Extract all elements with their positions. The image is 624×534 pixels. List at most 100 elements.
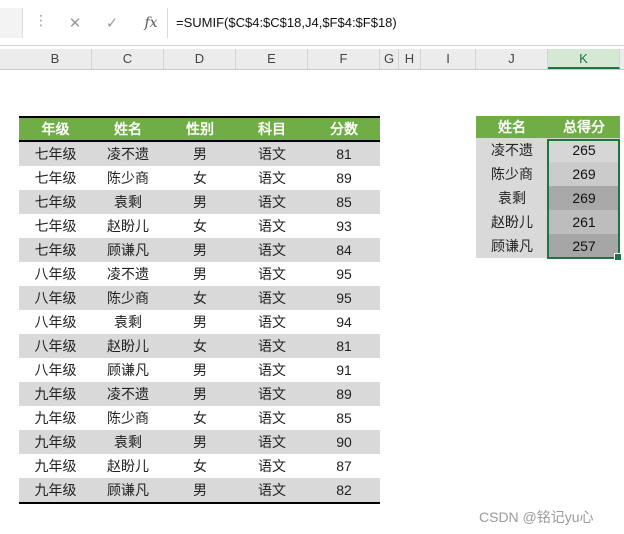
summary-total-cell[interactable]: 265 (548, 138, 620, 162)
cell-subject[interactable]: 语文 (236, 166, 308, 190)
cell-grade[interactable]: 八年级 (19, 334, 92, 358)
column-header-g[interactable]: G (380, 49, 399, 69)
cell-grade[interactable]: 九年级 (19, 478, 92, 504)
cell-gender[interactable]: 男 (164, 358, 236, 382)
summary-total-cell[interactable]: 257 (548, 234, 620, 258)
cell-name[interactable]: 袁剩 (92, 190, 164, 214)
header-name[interactable]: 姓名 (92, 117, 164, 142)
header-subject[interactable]: 科目 (236, 117, 308, 142)
summary-name-cell[interactable]: 陈少商 (476, 162, 548, 186)
cell-grade[interactable]: 七年级 (19, 214, 92, 238)
column-header-e[interactable]: E (236, 49, 308, 69)
cell-subject[interactable]: 语文 (236, 190, 308, 214)
cell-score[interactable]: 95 (308, 286, 380, 310)
cell-score[interactable]: 89 (308, 382, 380, 406)
cell-name[interactable]: 陈少商 (92, 406, 164, 430)
column-header-b[interactable]: B (19, 49, 92, 69)
cell-gender[interactable]: 女 (164, 214, 236, 238)
summary-total-cell[interactable]: 269 (548, 186, 620, 210)
cell-name[interactable]: 赵盼儿 (92, 454, 164, 478)
insert-function-icon[interactable]: fx (140, 12, 162, 34)
cell-subject[interactable]: 语文 (236, 214, 308, 238)
column-header-k[interactable]: K (548, 49, 620, 69)
summary-name-cell[interactable]: 凌不遗 (476, 138, 548, 162)
column-header-c[interactable]: C (92, 49, 164, 69)
cell-grade[interactable]: 九年级 (19, 454, 92, 478)
cell-gender[interactable]: 女 (164, 334, 236, 358)
column-header-f[interactable]: F (308, 49, 380, 69)
summary-total-cell[interactable]: 261 (548, 210, 620, 234)
cell-name[interactable]: 顾谦凡 (92, 358, 164, 382)
cell-score[interactable]: 81 (308, 141, 380, 166)
summary-total-cell[interactable]: 269 (548, 162, 620, 186)
cell-name[interactable]: 顾谦凡 (92, 238, 164, 262)
cell-name[interactable]: 凌不遗 (92, 262, 164, 286)
cell-subject[interactable]: 语文 (236, 141, 308, 166)
cell-name[interactable]: 凌不遗 (92, 382, 164, 406)
summary-name-cell[interactable]: 顾谦凡 (476, 234, 548, 258)
cell-subject[interactable]: 语文 (236, 478, 308, 504)
cell-score[interactable]: 84 (308, 238, 380, 262)
cell-score[interactable]: 94 (308, 310, 380, 334)
summary-name-cell[interactable]: 袁剩 (476, 186, 548, 210)
cell-name[interactable]: 袁剩 (92, 310, 164, 334)
cell-subject[interactable]: 语文 (236, 454, 308, 478)
column-header-j[interactable]: J (476, 49, 548, 69)
header-grade[interactable]: 年级 (19, 117, 92, 142)
cell-score[interactable]: 85 (308, 406, 380, 430)
summary-header-total[interactable]: 总得分 (548, 116, 620, 138)
cell-grade[interactable]: 八年级 (19, 310, 92, 334)
name-box-edge[interactable] (0, 8, 23, 38)
cell-name[interactable]: 陈少商 (92, 166, 164, 190)
cell-subject[interactable]: 语文 (236, 238, 308, 262)
cell-score[interactable]: 90 (308, 430, 380, 454)
enter-icon[interactable]: ✓ (101, 12, 123, 34)
cell-subject[interactable]: 语文 (236, 334, 308, 358)
cell-name[interactable]: 赵盼儿 (92, 214, 164, 238)
cell-score[interactable]: 89 (308, 166, 380, 190)
cell-gender[interactable]: 男 (164, 478, 236, 504)
cell-grade[interactable]: 七年级 (19, 141, 92, 166)
cell-subject[interactable]: 语文 (236, 406, 308, 430)
cell-gender[interactable]: 男 (164, 430, 236, 454)
cell-gender[interactable]: 女 (164, 406, 236, 430)
cell-name[interactable]: 袁剩 (92, 430, 164, 454)
cell-grade[interactable]: 九年级 (19, 430, 92, 454)
cell-subject[interactable]: 语文 (236, 358, 308, 382)
cell-subject[interactable]: 语文 (236, 262, 308, 286)
cell-grade[interactable]: 七年级 (19, 166, 92, 190)
cell-score[interactable]: 82 (308, 478, 380, 504)
cell-gender[interactable]: 男 (164, 310, 236, 334)
cell-score[interactable]: 81 (308, 334, 380, 358)
column-header-h[interactable]: H (399, 49, 421, 69)
cell-subject[interactable]: 语文 (236, 286, 308, 310)
summary-name-cell[interactable]: 赵盼儿 (476, 210, 548, 234)
cell-grade[interactable]: 八年级 (19, 358, 92, 382)
cell-gender[interactable]: 男 (164, 238, 236, 262)
cell-grade[interactable]: 九年级 (19, 382, 92, 406)
cell-gender[interactable]: 男 (164, 141, 236, 166)
column-header-d[interactable]: D (164, 49, 236, 69)
cell-score[interactable]: 87 (308, 454, 380, 478)
cell-gender[interactable]: 男 (164, 382, 236, 406)
cell-gender[interactable]: 男 (164, 262, 236, 286)
cell-gender[interactable]: 女 (164, 454, 236, 478)
formula-input[interactable]: =SUMIF($C$4:$C$18,J4,$F$4:$F$18) (176, 15, 397, 30)
cell-grade[interactable]: 七年级 (19, 238, 92, 262)
cell-subject[interactable]: 语文 (236, 382, 308, 406)
cell-grade[interactable]: 八年级 (19, 286, 92, 310)
cancel-icon[interactable]: ✕ (64, 12, 86, 34)
more-options-icon[interactable]: ⋮ (34, 13, 48, 29)
cell-name[interactable]: 赵盼儿 (92, 334, 164, 358)
cell-gender[interactable]: 女 (164, 166, 236, 190)
cell-name[interactable]: 顾谦凡 (92, 478, 164, 504)
column-header-i[interactable]: I (421, 49, 476, 69)
cell-score[interactable]: 95 (308, 262, 380, 286)
cell-subject[interactable]: 语文 (236, 310, 308, 334)
header-score[interactable]: 分数 (308, 117, 380, 142)
cell-score[interactable]: 93 (308, 214, 380, 238)
cell-score[interactable]: 85 (308, 190, 380, 214)
cell-gender[interactable]: 男 (164, 190, 236, 214)
cell-name[interactable]: 凌不遗 (92, 141, 164, 166)
cell-grade[interactable]: 七年级 (19, 190, 92, 214)
